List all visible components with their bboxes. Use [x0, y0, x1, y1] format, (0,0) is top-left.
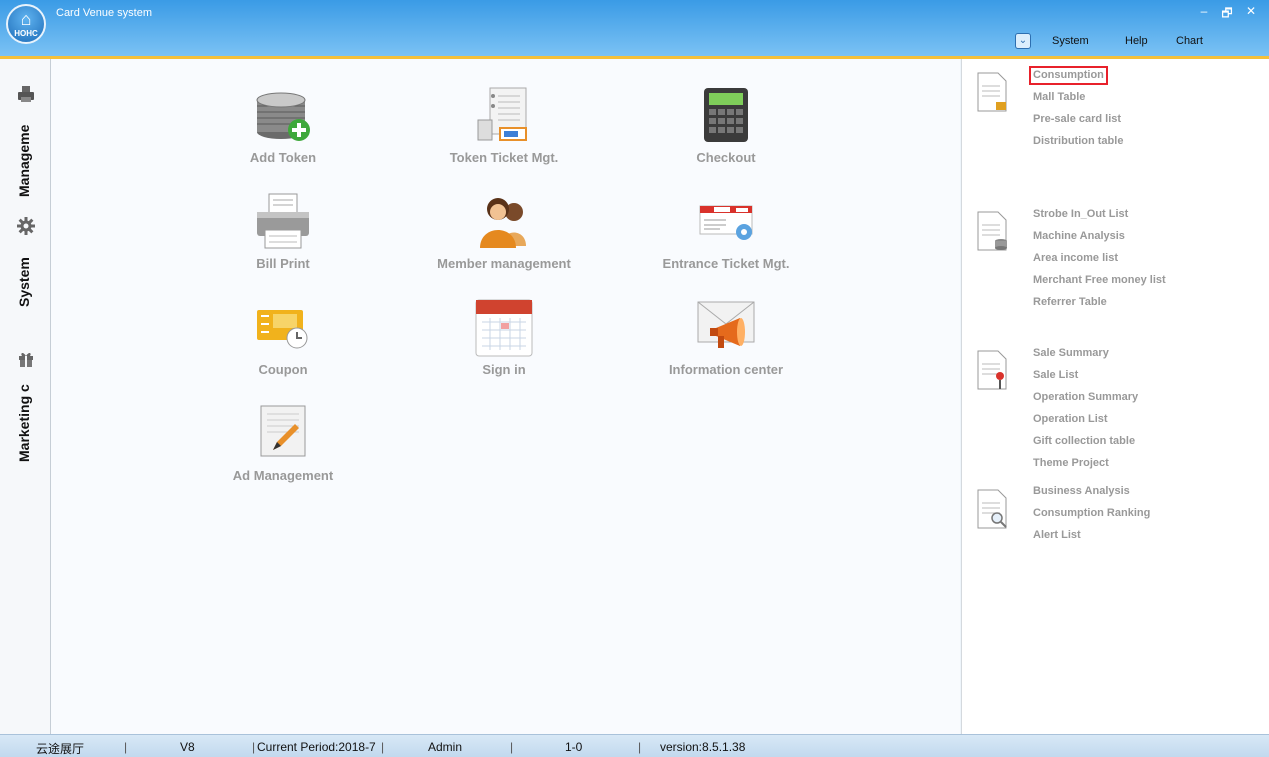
report-link-referrer-table[interactable]: Referrer Table [1033, 295, 1107, 310]
sidebar-item-marketing[interactable]: Marketing c [0, 344, 50, 469]
report-link-sale-list[interactable]: Sale List [1033, 368, 1078, 383]
tile-label: Token Ticket Mgt. [449, 150, 559, 165]
entrance-ticket-mgt-tile[interactable]: Entrance Ticket Mgt. [621, 192, 831, 292]
report-link-strobe-in-out-list[interactable]: Strobe In_Out List [1033, 207, 1128, 222]
gear-icon [17, 217, 35, 235]
sidebar-item-system[interactable]: System [0, 209, 50, 319]
member-management-tile[interactable]: Member management [399, 192, 609, 292]
tile-label: Bill Print [256, 256, 310, 271]
ticket-notebook-icon [477, 87, 527, 141]
members-icon [480, 198, 526, 248]
title-bar: ⌂ HOHC Card Venue system – 🗗 ✕ ⌄ System H… [0, 0, 1269, 56]
printer-icon [257, 193, 309, 249]
ad-management-tile[interactable]: Ad Management [178, 404, 388, 504]
calculator-icon [704, 88, 748, 142]
status-period: Current Period:2018-7 [257, 740, 376, 754]
document-search-icon [977, 489, 1007, 529]
status-version-label: V8 [180, 740, 195, 754]
close-icon[interactable]: ✕ [1243, 4, 1259, 18]
pencil-document-icon [260, 405, 306, 457]
report-link-consumption-ranking[interactable]: Consumption Ranking [1033, 506, 1150, 521]
report-link-business-analysis[interactable]: Business Analysis [1033, 484, 1130, 499]
window-title: Card Venue system [56, 7, 152, 19]
tile-label: Coupon [258, 362, 308, 377]
status-separator: | [381, 740, 385, 754]
menu-system[interactable]: System [1052, 35, 1089, 47]
report-link-distribution-table[interactable]: Distribution table [1033, 134, 1123, 149]
report-panel: Consumption Mall Table Pre-sale card lis… [961, 59, 1269, 734]
status-user: Admin [428, 740, 463, 754]
menu-help[interactable]: Help [1125, 35, 1148, 47]
report-link-sale-summary[interactable]: Sale Summary [1033, 346, 1109, 361]
minimize-icon[interactable]: – [1196, 4, 1212, 18]
report-link-consumption[interactable]: Consumption [1029, 66, 1108, 85]
sidebar-item-management[interactable]: Manageme [0, 79, 50, 209]
status-venue: 云途展厅 [36, 742, 85, 756]
report-link-pre-sale-card-list[interactable]: Pre-sale card list [1033, 112, 1121, 127]
report-link-merchant-free-money-list[interactable]: Merchant Free money list [1033, 273, 1166, 288]
home-logo-icon[interactable]: ⌂ HOHC [6, 4, 46, 44]
tile-label: Entrance Ticket Mgt. [662, 256, 790, 271]
report-link-area-income-list[interactable]: Area income list [1033, 251, 1118, 266]
envelope-megaphone-icon [697, 301, 755, 348]
sidebar-item-label: Manageme [16, 124, 32, 197]
token-stack-add-icon [256, 92, 310, 141]
report-link-mall-table[interactable]: Mall Table [1033, 90, 1085, 105]
status-version: version:8.5.1.38 [660, 740, 746, 754]
report-link-operation-list[interactable]: Operation List [1033, 412, 1108, 427]
document-lock-icon [977, 72, 1007, 112]
sidebar-item-label: Marketing c [16, 384, 32, 462]
coupon-clock-icon [257, 310, 308, 349]
status-bar: 云途展厅 | V8 | Current Period:2018-7 | Admi… [0, 734, 1269, 757]
menu-chart[interactable]: Chart [1176, 35, 1203, 47]
status-separator: | [510, 740, 514, 754]
tile-label: Information center [668, 362, 784, 377]
coupon-tile[interactable]: Coupon [178, 298, 388, 398]
report-link-theme-project[interactable]: Theme Project [1033, 456, 1109, 471]
tile-label: Ad Management [232, 468, 334, 483]
token-ticket-mgt-tile[interactable]: Token Ticket Mgt. [399, 86, 609, 186]
status-separator: | [252, 740, 256, 754]
gift-icon [19, 352, 33, 367]
tile-label: Member management [437, 256, 571, 271]
report-link-gift-collection-table[interactable]: Gift collection table [1033, 434, 1135, 449]
sidebar: Manageme System Marketing c [0, 59, 51, 734]
report-link-operation-summary[interactable]: Operation Summary [1033, 390, 1138, 405]
tile-label: Add Token [249, 150, 317, 165]
bill-print-tile[interactable]: Bill Print [178, 192, 388, 292]
status-separator: | [124, 740, 128, 754]
tile-label: Sign in [482, 362, 526, 377]
circle-chevron-down-icon[interactable]: ⌄ [1015, 33, 1031, 49]
tile-label: Checkout [696, 150, 756, 165]
sidebar-item-label: System [16, 257, 32, 307]
status-separator: | [638, 740, 642, 754]
status-code: 1-0 [565, 740, 583, 754]
add-token-tile[interactable]: Add Token [178, 86, 388, 186]
main-panel: Add Token Token Ticket Mgt. Checkout Bil… [51, 59, 960, 734]
document-pin-icon [977, 350, 1007, 390]
information-center-tile[interactable]: Information center [621, 298, 831, 398]
calendar-icon [475, 299, 533, 357]
sign-in-tile[interactable]: Sign in [399, 298, 609, 398]
report-link-machine-analysis[interactable]: Machine Analysis [1033, 229, 1125, 244]
checkout-tile[interactable]: Checkout [621, 86, 831, 186]
printer-icon [18, 86, 34, 102]
restore-icon[interactable]: 🗗 [1219, 4, 1235, 25]
report-link-alert-list[interactable]: Alert List [1033, 528, 1081, 543]
document-database-icon [977, 211, 1007, 251]
entrance-ticket-icon [699, 205, 753, 240]
